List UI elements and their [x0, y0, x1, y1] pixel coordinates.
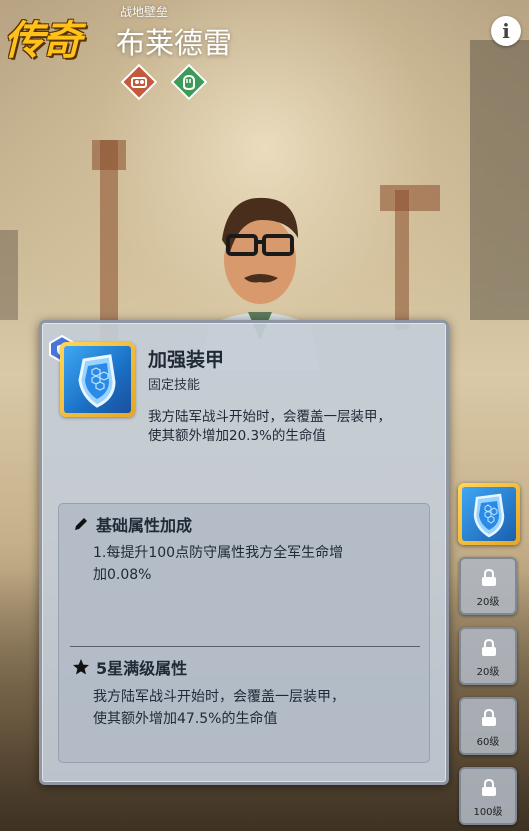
- skill-slot-locked[interactable]: 100级: [459, 767, 517, 825]
- five-star-header: 5星满级属性: [72, 655, 187, 679]
- right-tower: [395, 190, 409, 330]
- star-icon: [73, 659, 89, 675]
- right-tower-top: [380, 185, 440, 211]
- basic-attribute-title: 基础属性加成: [96, 516, 193, 535]
- slot-unlock-level: 60级: [476, 737, 500, 748]
- left-tower: [100, 140, 118, 340]
- skill-type: 固定技能: [148, 378, 201, 393]
- five-star-line: 我方陆军战斗开始时，会覆盖一层装甲，: [93, 689, 345, 705]
- lock-icon: [482, 569, 496, 586]
- five-star-line: 使其额外增加47.5%的生命值: [93, 711, 278, 727]
- shield-skill-icon: [473, 493, 505, 538]
- shield-skill-icon: [78, 354, 116, 408]
- basic-attribute-header: 基础属性加成: [72, 512, 192, 536]
- lock-icon: [482, 639, 496, 656]
- skill-description-line: 使其额外增加20.3%的生命值: [148, 428, 326, 444]
- skill-slot-locked[interactable]: 60级: [459, 697, 517, 755]
- skill-description: 我方陆军战斗开始时，会覆盖一层装甲， 使其额外增加20.3%的生命值: [148, 408, 438, 446]
- left-building: [0, 230, 18, 320]
- basic-attribute-line: 加0.08%: [93, 567, 152, 583]
- skill-slot-locked[interactable]: 20级: [459, 627, 517, 685]
- pencil-icon: [75, 518, 87, 530]
- five-star-text: 我方陆军战斗开始时，会覆盖一层装甲， 使其额外增加47.5%的生命值: [93, 686, 423, 730]
- lock-icon: [482, 709, 496, 726]
- lock-icon: [482, 779, 496, 796]
- skill-slot-active[interactable]: [458, 483, 520, 545]
- five-star-title: 5星满级属性: [96, 659, 188, 678]
- skill-icon-frame: [60, 342, 135, 417]
- slot-unlock-level: 20级: [476, 667, 500, 678]
- faction-label: 战地壁垒: [120, 5, 169, 19]
- rarity-title: 传奇: [4, 18, 82, 64]
- info-button[interactable]: i: [491, 16, 521, 46]
- slot-unlock-level: 20级: [476, 597, 500, 608]
- basic-attribute-text: 1.每提升100点防守属性我方全军生命增 加0.08%: [93, 542, 423, 586]
- skill-slot-locked[interactable]: 20级: [459, 557, 517, 615]
- skill-description-line: 我方陆军战斗开始时，会覆盖一层装甲，: [148, 409, 391, 425]
- right-structure: [470, 40, 529, 320]
- left-tower-top: [92, 140, 126, 170]
- basic-attribute-line: 1.每提升100点防守属性我方全军生命增: [93, 545, 344, 561]
- slot-unlock-level: 100级: [473, 807, 503, 818]
- hero-name: 布莱德雷: [116, 26, 233, 60]
- fist-trait-icon[interactable]: [170, 63, 208, 101]
- fortress-trait-icon[interactable]: [120, 63, 158, 101]
- section-divider: [70, 646, 420, 647]
- skill-name: 加强装甲: [148, 349, 225, 371]
